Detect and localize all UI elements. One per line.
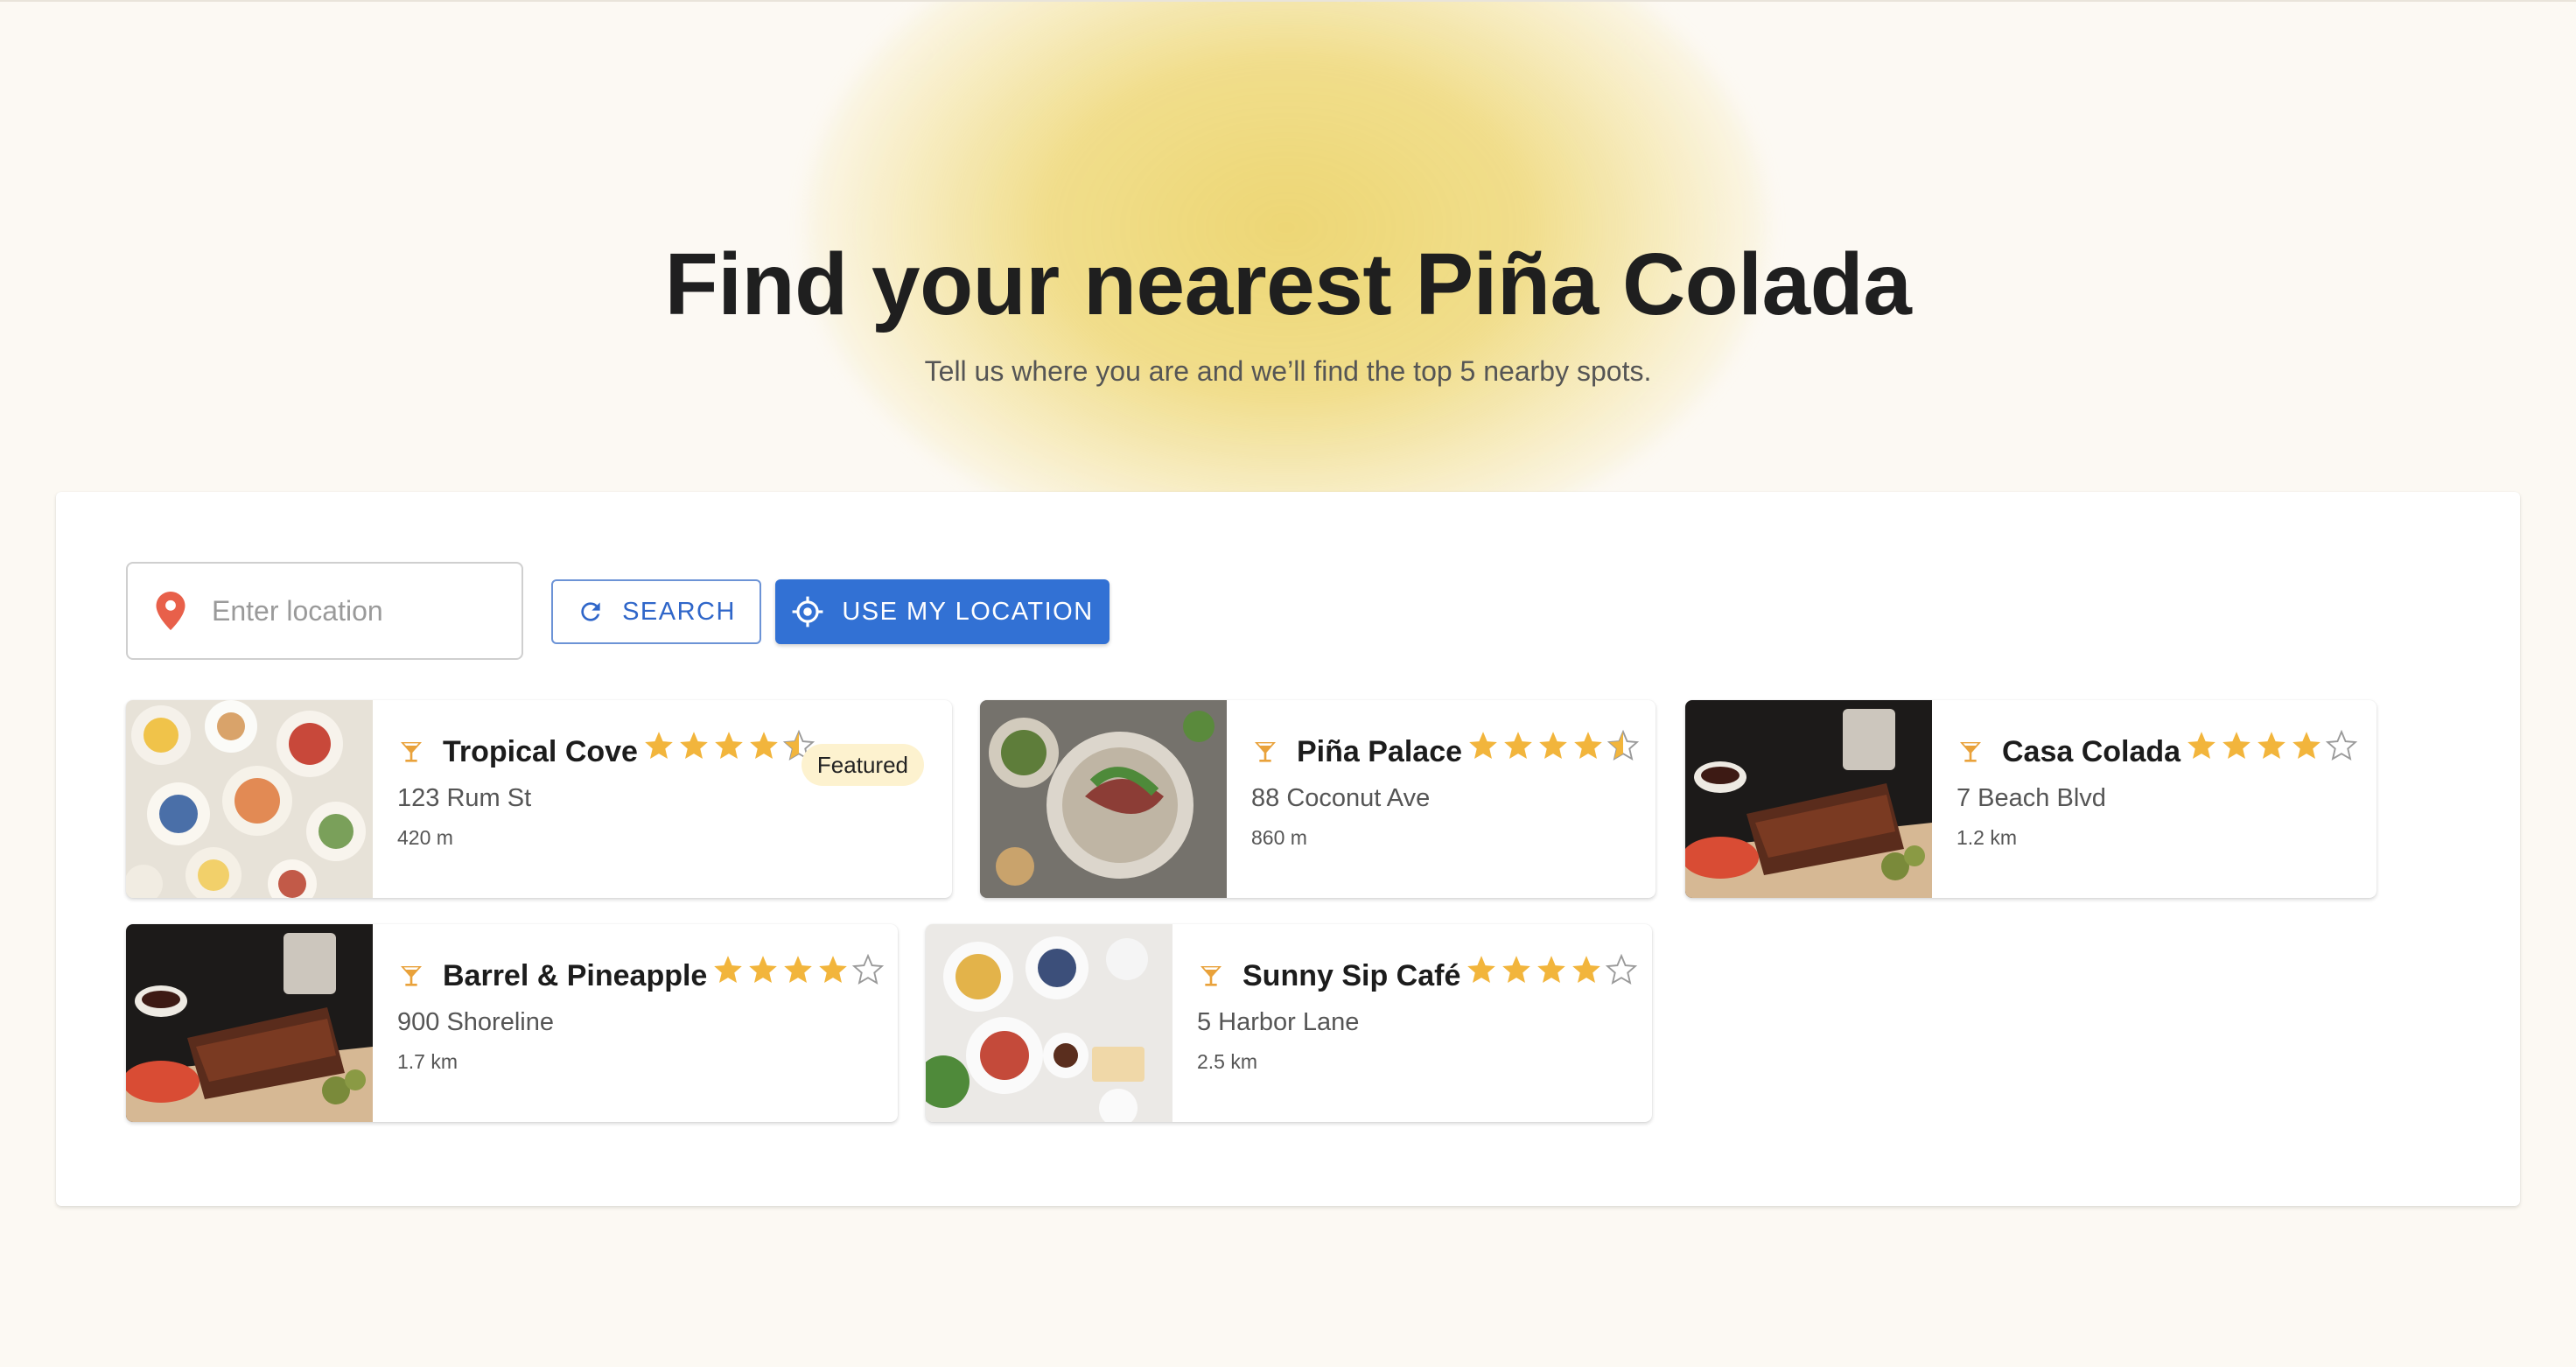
star-full-icon xyxy=(1467,955,1496,983)
location-input[interactable] xyxy=(212,594,492,627)
result-card-sunny-sip-cafe[interactable]: Sunny Sip Café 5 Harbor Lane 2.5 km xyxy=(926,924,1652,1122)
star-full-icon xyxy=(749,955,778,983)
star-rating xyxy=(641,729,816,762)
star-full-icon xyxy=(784,955,813,983)
restaurant-photo xyxy=(126,924,373,1122)
star-full-icon xyxy=(2222,731,2250,759)
use-my-location-button[interactable]: USE MY LOCATION xyxy=(775,579,1110,644)
crosshair-icon xyxy=(792,596,823,627)
result-card-barrel-and-pineapple[interactable]: Barrel & Pineapple 900 Shoreline 1.7 km xyxy=(126,924,898,1122)
restaurant-distance: 860 m xyxy=(1251,826,1307,849)
card-info: Piña Palace 88 Coconut Ave 860 m xyxy=(1251,700,1656,898)
restaurant-address: 900 Shoreline xyxy=(397,1008,554,1036)
star-full-icon xyxy=(1572,955,1601,983)
star-full-icon xyxy=(750,731,778,759)
restaurant-photo xyxy=(1685,700,1932,898)
star-full-icon xyxy=(715,731,743,759)
restaurant-address: 7 Beach Blvd xyxy=(1956,784,2106,812)
search-button-label: SEARCH xyxy=(622,597,736,626)
card-info: Sunny Sip Café 5 Harbor Lane 2.5 km xyxy=(1197,924,1652,1122)
restaurant-photo xyxy=(926,924,1172,1122)
star-full-icon xyxy=(1469,731,1497,759)
result-card-tropical-cove[interactable]: Tropical Cove 123 Rum St 420 m Featured xyxy=(126,700,952,898)
page-title: Find your nearest Piña Colada xyxy=(664,235,1912,333)
star-empty-icon xyxy=(1606,953,1638,985)
featured-badge: Featured xyxy=(801,744,924,786)
star-half-icon xyxy=(1606,729,1640,761)
star-full-icon xyxy=(1539,731,1567,759)
use-my-location-label: USE MY LOCATION xyxy=(842,597,1094,626)
restaurant-name: Barrel & Pineapple xyxy=(443,959,708,992)
star-full-icon xyxy=(645,731,673,759)
restaurant-address: 123 Rum St xyxy=(397,784,532,812)
star-full-icon xyxy=(1537,955,1566,983)
cocktail-glass-icon xyxy=(1200,965,1222,986)
page-subtitle: Tell us where you are and we’ll find the… xyxy=(924,355,1652,387)
card-info: Casa Colada 7 Beach Blvd 1.2 km xyxy=(1956,700,2376,898)
restaurant-name: Tropical Cove xyxy=(443,735,638,768)
star-rating xyxy=(1466,729,1641,762)
restaurant-photo xyxy=(980,700,1227,898)
cocktail-glass-icon xyxy=(1255,741,1276,762)
result-card-pina-palace[interactable]: Piña Palace 88 Coconut Ave 860 m xyxy=(980,700,1656,898)
star-full-icon xyxy=(1574,731,1602,759)
card-info: Tropical Cove 123 Rum St 420 m Featured xyxy=(397,700,952,898)
restaurant-distance: 1.2 km xyxy=(1956,826,2018,849)
star-full-icon xyxy=(2188,731,2216,759)
restaurant-name: Casa Colada xyxy=(2002,735,2181,768)
star-empty-icon xyxy=(852,953,885,985)
star-empty-icon xyxy=(2325,729,2358,761)
result-card-casa-colada[interactable]: Casa Colada 7 Beach Blvd 1.2 km xyxy=(1685,700,2376,898)
restaurant-distance: 2.5 km xyxy=(1197,1050,1258,1073)
star-full-icon xyxy=(1504,731,1532,759)
restaurant-address: 5 Harbor Lane xyxy=(1197,1008,1360,1036)
star-full-icon xyxy=(819,955,848,983)
star-full-icon xyxy=(680,731,708,759)
star-full-icon xyxy=(1502,955,1531,983)
star-rating xyxy=(2184,729,2359,762)
location-pin-icon xyxy=(156,592,186,630)
star-rating xyxy=(710,953,886,986)
restaurant-name: Piña Palace xyxy=(1297,735,1463,768)
card-info: Barrel & Pineapple 900 Shoreline 1.7 km xyxy=(397,924,898,1122)
hero: Find your nearest Piña Colada Tell us wh… xyxy=(0,0,2576,490)
star-rating xyxy=(1464,953,1639,986)
refresh-icon xyxy=(581,602,600,621)
cocktail-glass-icon xyxy=(401,741,422,762)
restaurant-name: Sunny Sip Café xyxy=(1242,959,1461,992)
star-full-icon xyxy=(2258,731,2286,759)
star-full-icon xyxy=(714,955,743,983)
cocktail-glass-icon xyxy=(1960,741,1981,762)
restaurant-photo xyxy=(126,700,373,898)
star-full-icon xyxy=(2292,731,2320,759)
search-button[interactable]: SEARCH xyxy=(551,579,761,644)
search-panel: SEARCH USE MY LOCATION xyxy=(56,492,2520,1206)
location-field[interactable] xyxy=(126,562,523,660)
restaurant-distance: 1.7 km xyxy=(397,1050,458,1073)
restaurant-distance: 420 m xyxy=(397,826,453,849)
cocktail-glass-icon xyxy=(401,965,422,986)
restaurant-address: 88 Coconut Ave xyxy=(1251,784,1431,812)
